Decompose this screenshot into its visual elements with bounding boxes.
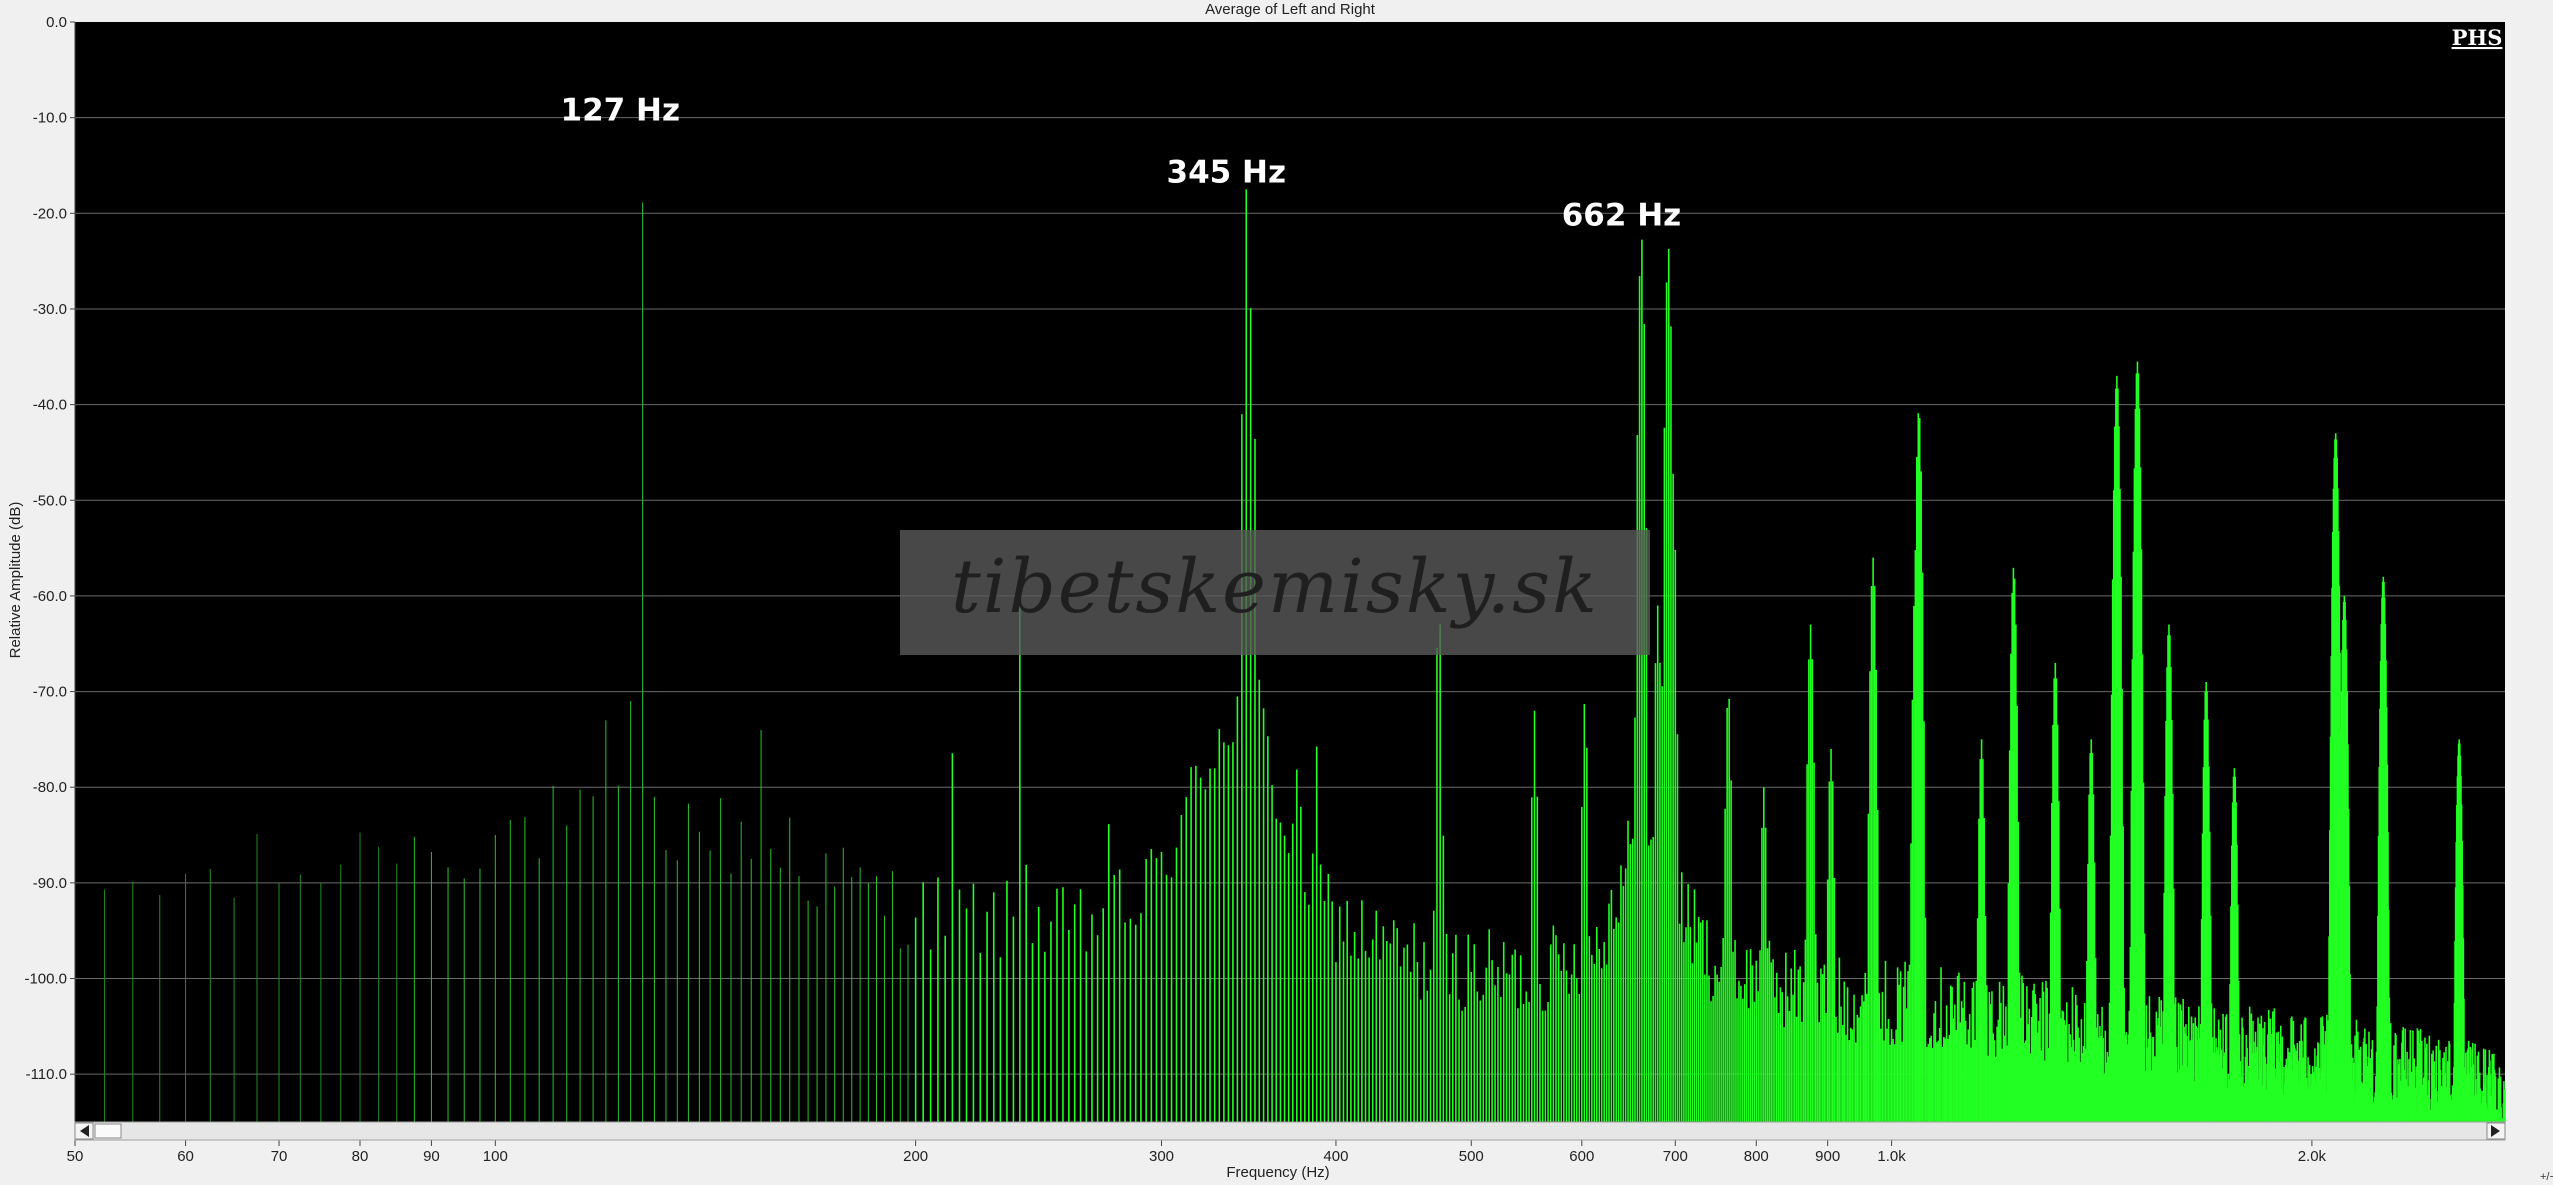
x-tick-label: 100 — [483, 1148, 508, 1165]
watermark: tibetskemisky.sk — [900, 530, 1650, 655]
y-tick-label: 0.0 — [46, 14, 67, 31]
scroll-thumb[interactable] — [94, 1123, 122, 1139]
y-tick-label: -50.0 — [33, 492, 67, 509]
x-tick-label: 60 — [177, 1148, 194, 1165]
y-axis-title: Relative Amplitude (dB) — [7, 502, 24, 659]
peak-label: 662 Hz — [1562, 198, 1682, 234]
x-tick-label: 500 — [1459, 1148, 1484, 1165]
x-tick-label: 300 — [1149, 1148, 1174, 1165]
y-tick-label: -30.0 — [33, 301, 67, 318]
x-tick-label: 50 — [67, 1148, 84, 1165]
x-tick-label: 400 — [1323, 1148, 1348, 1165]
x-axis-title: Frequency (Hz) — [1226, 1164, 1329, 1181]
y-tick-label: -90.0 — [33, 875, 67, 892]
x-tick-label: 800 — [1744, 1148, 1769, 1165]
y-axis: 0.0 -10.0 -20.0 -30.0 -40.0 -50.0 -60.0 -70.0 -8… — [24, 14, 76, 1122]
y-tick-label: -110.0 — [26, 1066, 67, 1083]
x-tick-label: 70 — [271, 1148, 288, 1165]
y-tick-label: -80.0 — [33, 779, 67, 796]
y-tick-label: -40.0 — [33, 397, 67, 414]
x-tick-label: 90 — [423, 1148, 440, 1165]
y-tick-label: -10.0 — [33, 110, 67, 127]
x-tick-label: 600 — [1569, 1148, 1594, 1165]
peak-label: 127 Hz — [561, 93, 681, 129]
x-tick-label: 200 — [903, 1148, 928, 1165]
phs-badge: PHS — [2452, 25, 2503, 50]
y-tick-label: -60.0 — [33, 588, 67, 605]
x-tick-label: 2.0k — [2298, 1148, 2327, 1165]
zoom-icon[interactable]: +/− — [2540, 1171, 2553, 1183]
horizontal-scrollbar[interactable] — [74, 1121, 2506, 1141]
y-tick-label: -20.0 — [33, 205, 67, 222]
x-tick-label: 1.0k — [1877, 1148, 1906, 1165]
watermark-text: tibetskemisky.sk — [951, 544, 1599, 630]
spectrum-chart: Average of Left and Right tibetskemisky.… — [7, 1, 2553, 1183]
peak-label: 345 Hz — [1167, 155, 1287, 191]
x-axis: 50 60 70 80 90 100 200 300 400 500 600 700 800 900 1.0… — [67, 1140, 2327, 1165]
x-tick-label: 900 — [1815, 1148, 1840, 1165]
x-tick-label: 80 — [352, 1148, 369, 1165]
y-tick-label: -100.0 — [24, 971, 67, 988]
x-tick-label: 700 — [1663, 1148, 1688, 1165]
chart-title: Average of Left and Right — [1205, 1, 1376, 18]
scrollbar-track[interactable] — [74, 1121, 2506, 1141]
y-tick-label: -70.0 — [33, 684, 67, 701]
